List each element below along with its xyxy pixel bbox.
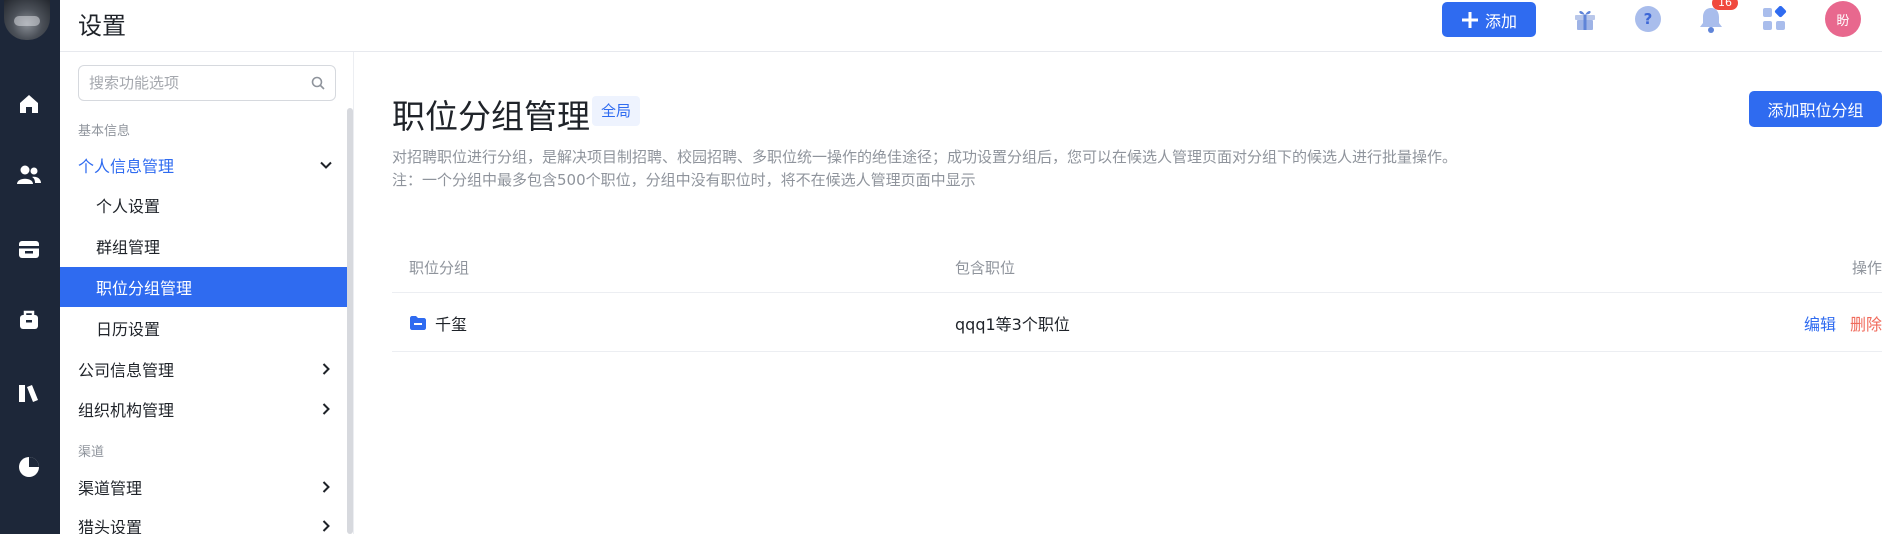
delete-link[interactable]: 删除 [1850, 311, 1882, 335]
sidebar-item-personal-settings[interactable]: 个人设置 [60, 185, 350, 225]
main-title: 职位分组管理 [392, 97, 590, 136]
home-icon[interactable] [14, 89, 44, 119]
sidebar-item-personal-info[interactable]: 个人信息管理 [60, 145, 350, 185]
folder-icon [410, 315, 426, 330]
group-cell: 千玺 [409, 294, 467, 351]
search-icon[interactable] [310, 75, 326, 91]
sidebar-item-label: 个人设置 [96, 197, 161, 216]
chevron-right-icon [322, 363, 330, 375]
add-button[interactable]: 添加 [1442, 2, 1536, 37]
svg-text:?: ? [1644, 10, 1653, 28]
pie-chart-icon[interactable] [14, 452, 44, 482]
sidebar-item-label: 群组管理 [96, 238, 161, 257]
sidebar-item-label: 日历设置 [96, 320, 161, 339]
sidebar-item-position-group-management[interactable]: 职位分组管理 [60, 267, 350, 307]
sidebar-item-company-info[interactable]: 公司信息管理 [60, 349, 350, 389]
description-note: 注：一个分组中最多包含500个职位，分组中没有职位时，将不在候选人管理页面中显示 [392, 171, 976, 189]
sidebar-item-label: 渠道管理 [78, 479, 143, 498]
description-text: 对招聘职位进行分组，是解决项目制招聘、校园招聘、多职位统一操作的绝佳途径；成功设… [392, 148, 1458, 166]
chevron-right-icon [322, 520, 330, 532]
search-input[interactable] [89, 74, 289, 92]
sidebar-item-label: 组织机构管理 [78, 401, 175, 420]
sidebar-item-org-structure[interactable]: 组织机构管理 [60, 389, 350, 429]
actions-cell: 编辑 删除 [1804, 294, 1882, 351]
edit-link[interactable]: 编辑 [1804, 311, 1836, 335]
help-icon[interactable]: ? [1633, 4, 1663, 34]
chevron-right-icon [322, 481, 330, 493]
company-logo[interactable] [4, 0, 50, 40]
apps-icon[interactable] [1759, 4, 1789, 34]
calendar-icon[interactable] [14, 234, 44, 264]
add-button-label: 添加 [1484, 11, 1517, 31]
sidebar-item-group-management[interactable]: 群组管理 [60, 226, 350, 266]
page-title: 设置 [78, 12, 126, 40]
settings-sidebar: 基本信息 个人信息管理 个人设置 群组管理 职位分组管理 日历设置 公司信息管理… [60, 52, 354, 534]
plus-icon [1461, 11, 1478, 28]
sidebar-item-label: 职位分组管理 [96, 279, 193, 298]
book-icon[interactable] [14, 378, 44, 408]
column-header-actions: 操作 [1851, 259, 1882, 277]
sidebar-item-headhunter-settings[interactable]: 猎头设置 [60, 506, 350, 534]
chevron-right-icon [322, 403, 330, 415]
sidebar-scrollbar[interactable] [347, 108, 353, 534]
positions-cell: qqq1等3个职位 [955, 314, 1070, 334]
nav-rail [0, 0, 60, 534]
sidebar-item-calendar-settings[interactable]: 日历设置 [60, 308, 350, 348]
section-basic-info: 基本信息 [78, 124, 131, 139]
column-header-positions: 包含职位 [955, 259, 1016, 277]
sidebar-item-channel-management[interactable]: 渠道管理 [60, 467, 350, 507]
table-row: 千玺 qqq1等3个职位 编辑 删除 [392, 294, 1882, 352]
section-channel: 渠道 [78, 445, 105, 460]
gift-icon[interactable] [1570, 4, 1600, 34]
chevron-down-icon [320, 161, 332, 169]
avatar[interactable]: 盼 [1825, 1, 1861, 37]
search-box [78, 65, 336, 101]
column-header-group: 职位分组 [409, 259, 470, 277]
top-bar: 设置 添加 ? 16 盼 [60, 0, 1882, 52]
scope-tag: 全局 [592, 96, 641, 126]
sidebar-item-label: 猎头设置 [78, 518, 143, 534]
group-name: 千玺 [435, 314, 468, 334]
sidebar-item-label: 个人信息管理 [78, 157, 175, 176]
add-position-group-button[interactable]: 添加职位分组 [1749, 91, 1882, 127]
sidebar-item-label: 公司信息管理 [78, 361, 175, 380]
briefcase-icon[interactable] [14, 305, 44, 335]
users-icon[interactable] [14, 160, 44, 190]
main-content: 职位分组管理 全局 添加职位分组 对招聘职位进行分组，是解决项目制招聘、校园招聘… [354, 52, 1882, 534]
notification-badge: 16 [1712, 0, 1738, 10]
table-header: 职位分组 包含职位 操作 [392, 243, 1882, 293]
